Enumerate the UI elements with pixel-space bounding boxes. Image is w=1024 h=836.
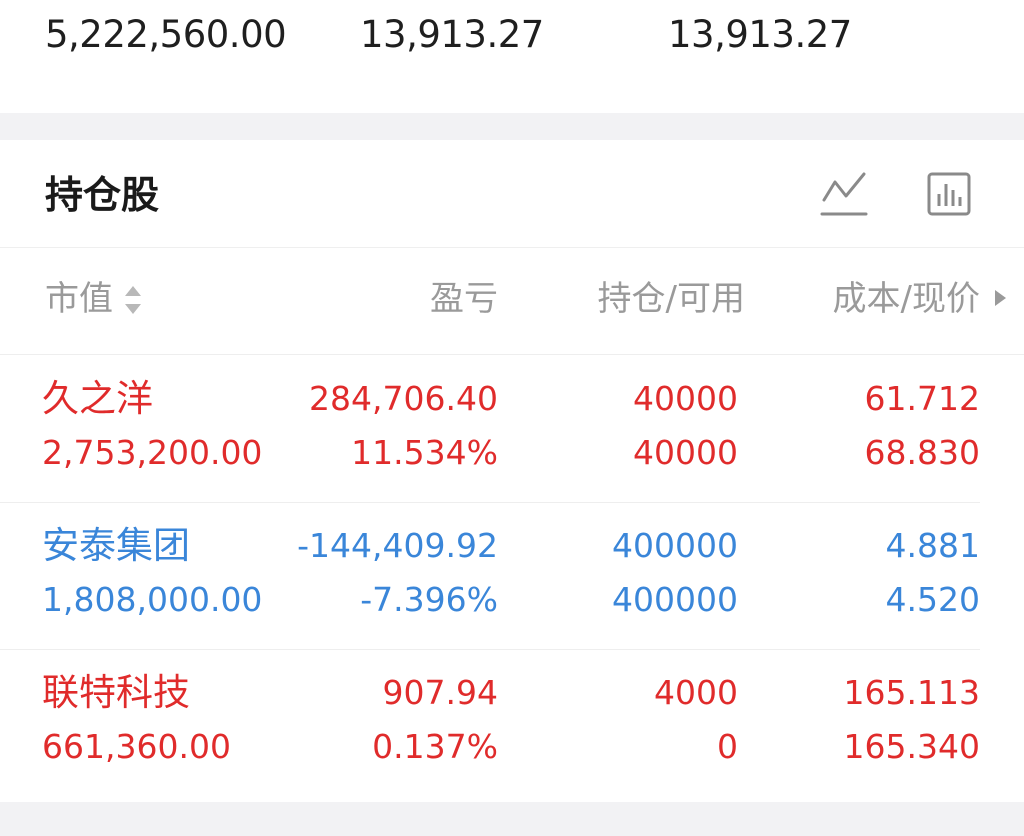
stock-name: 久之洋 [42,377,153,420]
bar-chart-icon[interactable] [925,170,973,222]
cost-price: 61.712 [864,379,980,418]
column-profit-loss: 盈亏 [430,279,498,319]
pnl-amount: -144,409.92 [297,526,498,565]
column-position-available: 持仓/可用 [597,279,745,319]
scroll-right-icon[interactable] [995,290,1006,306]
cost-price: 165.113 [843,673,980,712]
current-price: 4.520 [885,580,980,619]
column-cost-price: 成本/现价 [832,279,980,319]
total-asset-value: 5,222,560.00 [45,13,287,56]
summary-value-2: 13,913.27 [360,13,544,56]
holdings-title: 持仓股 [45,173,160,217]
pnl-amount: 284,706.40 [309,379,498,418]
market-value: 1,808,000.00 [42,580,263,619]
summary-value-3: 13,913.27 [668,13,852,56]
current-price: 165.340 [843,727,980,766]
available-qty: 400000 [612,580,738,619]
account-summary: 5,222,560.00 13,913.27 13,913.27 [0,0,1024,113]
stock-name: 联特科技 [42,671,190,714]
cost-price: 4.881 [885,526,980,565]
holdings-panel: 持仓股 市值 盈亏 持仓/可用 成本/现价 久之洋 2,753,200.00 2… [0,140,1024,802]
position-qty: 4000 [654,673,738,712]
pnl-percent: -7.396% [360,580,498,619]
position-qty: 40000 [633,379,738,418]
holding-row[interactable]: 联特科技 661,360.00 907.94 0.137% 4000 0 165… [0,649,1024,797]
stock-name: 安泰集团 [42,524,190,567]
holding-row[interactable]: 久之洋 2,753,200.00 284,706.40 11.534% 4000… [0,355,1024,503]
holdings-header: 持仓股 [0,140,1024,248]
position-qty: 400000 [612,526,738,565]
line-chart-icon[interactable] [820,170,868,222]
available-qty: 40000 [633,433,738,472]
market-value: 2,753,200.00 [42,433,263,472]
pnl-amount: 907.94 [382,673,498,712]
column-market-value[interactable]: 市值 [45,276,113,322]
current-price: 68.830 [864,433,980,472]
column-header-row: 市值 盈亏 持仓/可用 成本/现价 [0,248,1024,355]
available-qty: 0 [717,727,738,766]
sort-icon[interactable] [122,283,144,317]
pnl-percent: 11.534% [351,433,498,472]
pnl-percent: 0.137% [372,727,498,766]
holding-row[interactable]: 安泰集团 1,808,000.00 -144,409.92 -7.396% 40… [0,502,1024,650]
market-value: 661,360.00 [42,727,231,766]
